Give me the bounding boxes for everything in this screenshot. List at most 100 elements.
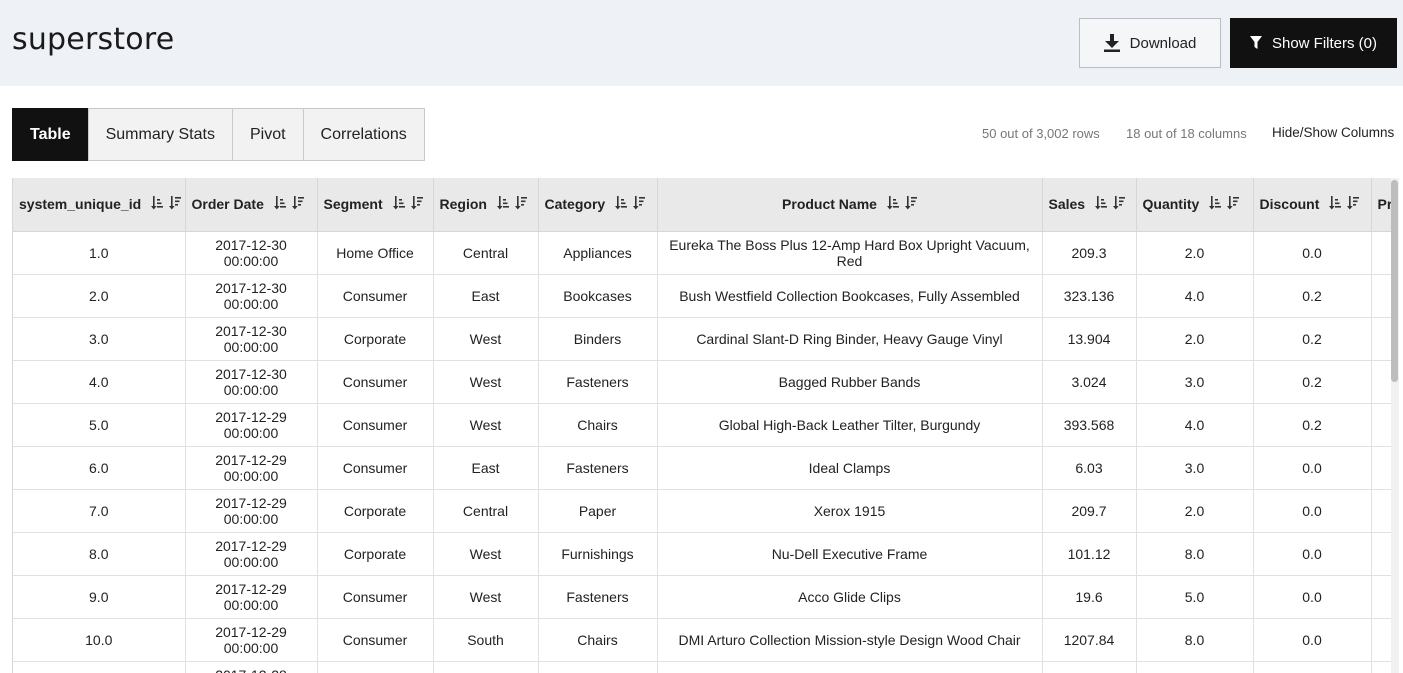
table-cell: 8.0 — [1136, 532, 1254, 576]
table-cell — [657, 661, 1043, 673]
download-button[interactable]: Download — [1079, 18, 1221, 68]
sort-ascending-icon[interactable] — [886, 195, 899, 213]
tab-table[interactable]: Table — [12, 108, 89, 161]
table-row[interactable]: 2.0 2017-12-30 00:00:00 Consumer East Bookca… — [13, 274, 1391, 318]
table-cell: Corporate — [317, 489, 434, 533]
table-cell — [1371, 618, 1391, 662]
table-cell: Bagged Rubber Bands — [657, 360, 1043, 404]
table-cell: Consumer — [317, 575, 434, 619]
table-cell: Corporate — [317, 317, 434, 361]
sort-ascending-icon[interactable] — [273, 195, 286, 213]
sort-ascending-icon[interactable] — [615, 195, 628, 213]
sort-ascending-icon[interactable] — [496, 195, 509, 213]
sort-descending-icon[interactable] — [1227, 195, 1240, 213]
table-cell: Cardinal Slant-D Ring Binder, Heavy Gaug… — [657, 317, 1043, 361]
table-cell: Fasteners — [538, 446, 658, 490]
scrollbar-thumb[interactable] — [1391, 180, 1398, 382]
table-cell: 2017-12-29 00:00:00 — [185, 403, 318, 447]
column-count: 18 out of 18 columns — [1126, 126, 1247, 141]
sort-ascending-icon[interactable] — [1209, 195, 1222, 213]
table-cell: Nu-Dell Executive Frame — [657, 532, 1043, 576]
table-row[interactable]: 9.0 2017-12-29 00:00:00 Consumer West Fasten… — [13, 575, 1391, 619]
table-cell: 3.024 — [1042, 360, 1137, 404]
sort-descending-icon[interactable] — [904, 195, 917, 213]
table-cell: West — [433, 532, 539, 576]
table-cell: DMI Arturo Collection Mission-style Desi… — [657, 618, 1043, 662]
sort-descending-icon[interactable] — [410, 195, 423, 213]
column-header: Order Date — [185, 178, 318, 232]
table-row[interactable]: 1.0 2017-12-30 00:00:00 Home Office Central… — [13, 231, 1391, 275]
table-cell: 8.0 — [13, 532, 186, 576]
sort-ascending-icon[interactable] — [151, 195, 164, 213]
tab-summary-stats[interactable]: Summary Stats — [87, 108, 233, 161]
sort-ascending-icon[interactable] — [392, 195, 405, 213]
table-cell: Global High-Back Leather Tilter, Burgund… — [657, 403, 1043, 447]
table-cell: 2017-12-28 00:00:00 — [185, 661, 318, 673]
table-cell: West — [433, 360, 539, 404]
table-cell: 2.0 — [1136, 489, 1254, 533]
sort-descending-icon[interactable] — [633, 195, 646, 213]
table-cell — [317, 661, 434, 673]
table-cell: Fasteners — [538, 575, 658, 619]
sort-ascending-icon[interactable] — [1095, 195, 1108, 213]
table-cell — [1371, 360, 1391, 404]
table-cell: Corporate — [317, 532, 434, 576]
table-row[interactable]: 5.0 2017-12-29 00:00:00 Consumer West Chairs… — [13, 403, 1391, 447]
table-cell: 4.0 — [1136, 274, 1254, 318]
sort-ascending-icon[interactable] — [1329, 195, 1342, 213]
table-cell: 7.0 — [13, 489, 186, 533]
table-cell: 1.0 — [13, 231, 186, 275]
table-cell: 6.03 — [1042, 446, 1137, 490]
table-cell — [1371, 489, 1391, 533]
table-cell: 2017-12-29 00:00:00 — [185, 618, 318, 662]
table-cell: 2017-12-29 00:00:00 — [185, 575, 318, 619]
table-row[interactable]: 2017-12-28 00:00:00 — [13, 661, 1391, 673]
table-cell: Fasteners — [538, 360, 658, 404]
hide-show-columns-link[interactable]: Hide/Show Columns — [1272, 125, 1394, 140]
table-row[interactable]: 8.0 2017-12-29 00:00:00 Corporate West Furni… — [13, 532, 1391, 576]
table-cell: 0.2 — [1253, 403, 1372, 447]
table-header-row: system_unique_id Order Date Segment Region C… — [13, 178, 1391, 232]
table-cell: 4.0 — [13, 360, 186, 404]
column-header: Category — [538, 178, 658, 232]
table-cell — [1136, 661, 1254, 673]
table-cell — [13, 661, 186, 673]
table-cell — [1371, 661, 1391, 673]
table-cell: 101.12 — [1042, 532, 1137, 576]
data-table: system_unique_id Order Date Segment Region C… — [13, 178, 1391, 673]
column-header: Product Name — [657, 178, 1043, 232]
show-filters-button[interactable]: Show Filters (0) — [1230, 18, 1397, 68]
table-cell: Bush Westfield Collection Bookcases, Ful… — [657, 274, 1043, 318]
tab-pivot[interactable]: Pivot — [231, 108, 304, 161]
table-cell: 209.7 — [1042, 489, 1137, 533]
table-row[interactable]: 7.0 2017-12-29 00:00:00 Corporate Central Pa… — [13, 489, 1391, 533]
table-cell — [1371, 575, 1391, 619]
table-cell: 0.0 — [1253, 618, 1372, 662]
column-header-label: Discount — [1259, 196, 1320, 213]
sort-descending-icon[interactable] — [291, 195, 304, 213]
tab-correlations[interactable]: Correlations — [302, 108, 425, 161]
table-row[interactable]: 4.0 2017-12-30 00:00:00 Consumer West Fasten… — [13, 360, 1391, 404]
sort-descending-icon[interactable] — [1113, 195, 1126, 213]
table-cell: 1207.84 — [1042, 618, 1137, 662]
table-row[interactable]: 3.0 2017-12-30 00:00:00 Corporate West Binde… — [13, 317, 1391, 361]
column-header-label: Region — [439, 196, 487, 213]
table-row[interactable]: 6.0 2017-12-29 00:00:00 Consumer East Fasten… — [13, 446, 1391, 490]
table-cell: 10.0 — [13, 618, 186, 662]
sort-descending-icon[interactable] — [169, 195, 182, 213]
table-cell: Consumer — [317, 360, 434, 404]
table-cell: Consumer — [317, 446, 434, 490]
table-cell: 5.0 — [1136, 575, 1254, 619]
table-cell: 6.0 — [13, 446, 186, 490]
table-cell: Consumer — [317, 403, 434, 447]
table-cell: Ideal Clamps — [657, 446, 1043, 490]
table-cell: 19.6 — [1042, 575, 1137, 619]
table-cell: Paper — [538, 489, 658, 533]
table-cell: 3.0 — [13, 317, 186, 361]
table-row[interactable]: 10.0 2017-12-29 00:00:00 Consumer South Chai… — [13, 618, 1391, 662]
table-cell: 8.0 — [1136, 618, 1254, 662]
table-cell: 4.0 — [1136, 403, 1254, 447]
sort-descending-icon[interactable] — [1347, 195, 1360, 213]
sort-descending-icon[interactable] — [514, 195, 527, 213]
column-header: Discount — [1253, 178, 1372, 232]
